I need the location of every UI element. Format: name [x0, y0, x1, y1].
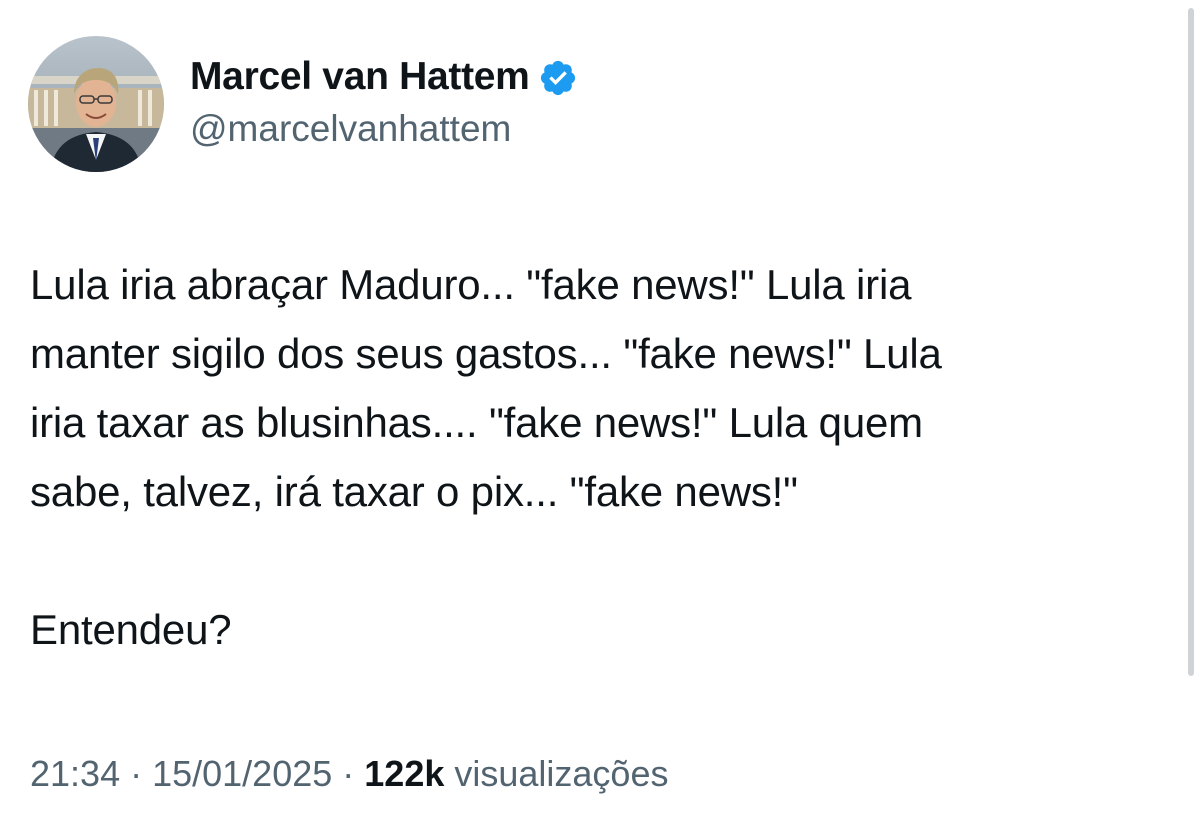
author-handle[interactable]: @marcelvanhattem — [190, 105, 578, 153]
tweet-text: Lula iria abraçar Maduro... "fake news!"… — [30, 261, 942, 653]
display-name[interactable]: Marcel van Hattem — [190, 53, 530, 101]
avatar[interactable] — [28, 36, 164, 172]
display-name-row[interactable]: Marcel van Hattem — [190, 53, 578, 101]
views-label: visualizações — [454, 753, 669, 794]
meta-separator: · — [342, 753, 355, 794]
scrollbar[interactable] — [1188, 8, 1194, 676]
tweet-header: Marcel van Hattem @marcelvanhattem — [28, 36, 578, 172]
views-count[interactable]: 122k — [364, 748, 444, 800]
tweet-meta: 21:34 · 15/01/2025 · 122k visualizações — [30, 748, 668, 800]
tweet-card: Marcel van Hattem @marcelvanhattem Lula … — [0, 0, 1200, 828]
tweet-date[interactable]: 15/01/2025 — [152, 748, 332, 800]
avatar-photo — [28, 36, 164, 172]
verified-badge-icon — [538, 58, 578, 98]
tweet-time[interactable]: 21:34 — [30, 748, 120, 800]
author-names: Marcel van Hattem @marcelvanhattem — [190, 53, 578, 153]
meta-separator: · — [130, 753, 143, 794]
